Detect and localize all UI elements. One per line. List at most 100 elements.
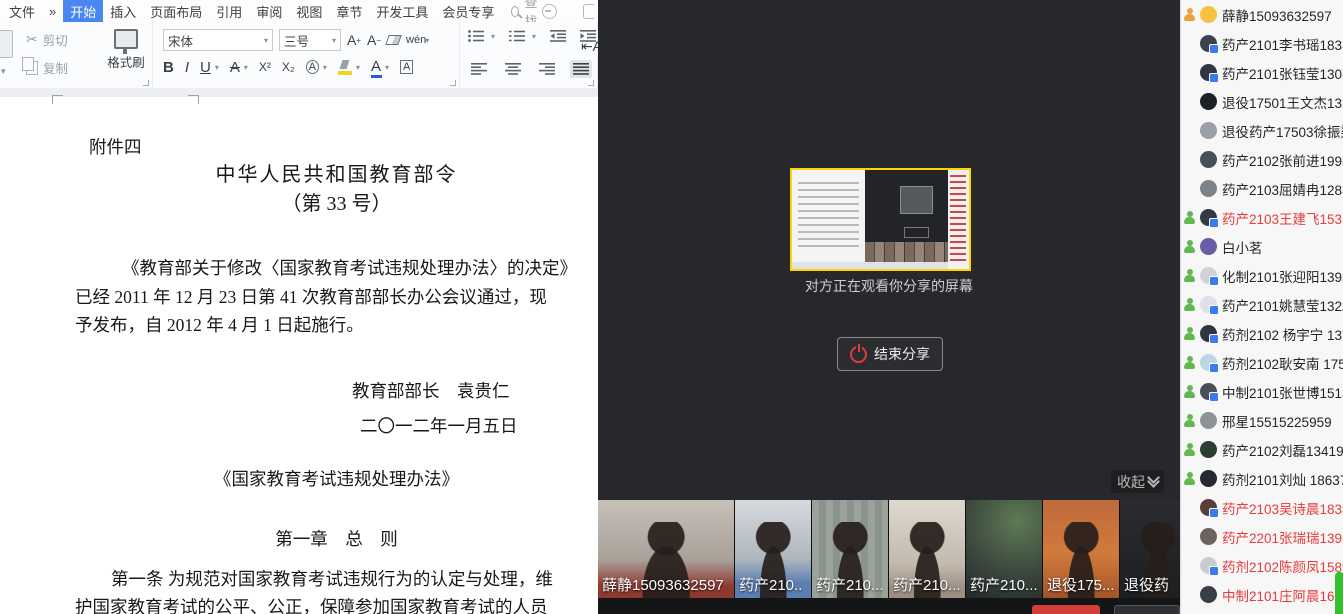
font-name-value: 宋体	[168, 31, 193, 50]
collapse-label: 收起	[1117, 472, 1145, 492]
video-tile[interactable]: 药产210..	[735, 500, 811, 598]
video-name-label: 药产210...	[816, 574, 884, 595]
shared-screen-preview[interactable]	[790, 168, 971, 271]
participant-row[interactable]: 药剂2101刘灿 186378	[1181, 464, 1343, 493]
decrease-indent-button[interactable]	[550, 30, 566, 42]
shrink-font-button[interactable]: A−	[367, 32, 381, 48]
search-icon	[511, 6, 519, 17]
text-tool-icon-clipped[interactable]: ⇤A	[581, 38, 598, 55]
participant-row[interactable]: 退役17501王文杰1321	[1181, 87, 1343, 116]
document-canvas[interactable]: 附件四中华人民共和国教育部令（第 33 号）《教育部关于修改〈国家教育考试违规处…	[0, 88, 598, 614]
ribbon-tab[interactable]: 开始	[63, 0, 103, 23]
clear-format-icon[interactable]	[385, 35, 402, 45]
participant-row[interactable]: 退役药产17503徐振梁	[1181, 116, 1343, 145]
participant-row[interactable]: 药产2103王建飞15311	[1181, 203, 1343, 232]
paste-icon[interactable]	[0, 30, 13, 58]
participant-row[interactable]: 药产2102刘磊1341989	[1181, 435, 1343, 464]
participant-row[interactable]: 化制2101张迎阳13937	[1181, 261, 1343, 290]
ribbon-tab[interactable]: »	[42, 2, 63, 21]
strikethrough-button[interactable]: A	[230, 59, 240, 76]
ribbon-tab[interactable]: 视图	[289, 0, 329, 23]
clipboard-group: ▾ ✂ 剪切 复制 格式刷	[0, 22, 153, 88]
chevron-down-icon: ▾	[332, 36, 336, 45]
leave-meeting-button-partial[interactable]	[1032, 605, 1100, 614]
font-name-select[interactable]: 宋体 ▾	[163, 29, 273, 51]
ribbon-tab[interactable]: 插入	[103, 0, 143, 23]
avatar-badge-icon	[1209, 334, 1219, 344]
participant-row[interactable]: 药产2101姚慧莹13223	[1181, 290, 1343, 319]
video-tile[interactable]: 薛静15093632597	[598, 500, 734, 598]
participant-row[interactable]: 白小茗	[1181, 232, 1343, 261]
preview-participant-list	[948, 170, 969, 269]
align-center-button[interactable]	[502, 60, 524, 78]
participant-row[interactable]: 药剂2102陈颜凤15890	[1181, 551, 1343, 580]
ribbon-tab[interactable]: 开发工具	[369, 0, 435, 23]
participant-row[interactable]: 中制2101庄阿晨1663	[1181, 580, 1343, 609]
italic-button[interactable]: I	[185, 59, 189, 76]
participant-name: 药产2101张钰莹13072	[1222, 63, 1343, 83]
font-size-select[interactable]: 三号 ▾	[279, 29, 341, 51]
subscript-button[interactable]: X₂	[282, 60, 295, 74]
cloud-sync-icon[interactable]	[542, 4, 557, 19]
bullet-list-button[interactable]	[468, 30, 484, 42]
ribbon-tab[interactable]: 审阅	[249, 0, 289, 23]
numbered-list-button[interactable]	[509, 30, 525, 42]
participant-row[interactable]: 药产2201张瑞瑞13939	[1181, 522, 1343, 551]
video-tile[interactable]: 退役175...	[1043, 500, 1119, 598]
cut-button[interactable]: ✂ 剪切	[26, 30, 68, 49]
scrollbar-thumb[interactable]	[1335, 572, 1343, 614]
align-right-button[interactable]	[536, 60, 558, 78]
participant-list-panel: 薛静15093632597 药产2101李书瑶18338 药产2101张钰莹13…	[1180, 0, 1343, 614]
align-left-button[interactable]	[468, 60, 490, 78]
participant-row[interactable]: 药产2101张钰莹13072	[1181, 58, 1343, 87]
phonetic-guide-icon[interactable]: wén	[406, 34, 426, 46]
video-tile[interactable]: 药产210...	[966, 500, 1042, 598]
underline-button[interactable]: U	[200, 59, 211, 76]
char-border-button[interactable]: A	[400, 60, 413, 74]
paste-dropdown-icon[interactable]: ▾	[1, 66, 6, 77]
participant-row[interactable]: 药剂2102 杨宇宁 1373	[1181, 319, 1343, 348]
avatar-badge-icon	[1209, 363, 1219, 373]
participant-row[interactable]: 药剂2102耿安南 1759	[1181, 348, 1343, 377]
justify-button[interactable]	[570, 60, 592, 78]
collapse-strip-button[interactable]: 收起	[1111, 470, 1164, 493]
enclose-char-button[interactable]: A	[306, 60, 319, 74]
superscript-button[interactable]: X²	[259, 60, 271, 74]
doc-line: 《教育部关于修改〈国家教育考试违规处理办法〉的决定》	[122, 255, 598, 280]
end-share-button[interactable]: 结束分享	[837, 337, 943, 371]
double-chevron-down-icon	[1149, 473, 1158, 486]
dialog-launcher-icon[interactable]	[143, 80, 149, 86]
ribbon-tab[interactable]: 引用	[209, 0, 249, 23]
person-status-icon	[1183, 8, 1196, 21]
bold-button[interactable]: B	[163, 59, 174, 76]
participant-row[interactable]: 药产2101李书瑶18338	[1181, 29, 1343, 58]
ribbon-tab[interactable]: 章节	[329, 0, 369, 23]
avatar	[1200, 35, 1217, 52]
ribbon-tab[interactable]: 文件	[2, 0, 42, 23]
participant-row[interactable]: 邢星15515225959	[1181, 406, 1343, 435]
video-tile[interactable]: 退役药	[1120, 500, 1180, 598]
video-tile[interactable]: 药产210...	[812, 500, 888, 598]
participant-row[interactable]: 中制2101张世博15139	[1181, 377, 1343, 406]
participant-row[interactable]: 药产2103屈婧冉12838	[1181, 174, 1343, 203]
dialog-launcher-icon[interactable]	[450, 80, 456, 86]
ribbon-tab[interactable]: 会员专享	[435, 0, 501, 23]
dialog-launcher-icon[interactable]	[588, 80, 594, 86]
grow-font-button[interactable]: A+	[347, 32, 361, 48]
font-size-value: 三号	[284, 31, 309, 50]
font-color-button[interactable]: A	[371, 58, 381, 76]
word-processor-window: 文件»开始插入页面布局引用审阅视图章节开发工具会员专享 查找 ▾ ✂ 剪切	[0, 0, 598, 614]
copy-button[interactable]: 复制	[26, 58, 68, 77]
secondary-button-partial[interactable]	[1114, 605, 1180, 614]
participant-row[interactable]: 药产2103吴诗晨18336	[1181, 493, 1343, 522]
participant-row[interactable]: 药产2102张前进19939	[1181, 145, 1343, 174]
ribbon-tab[interactable]: 页面布局	[143, 0, 209, 23]
preview-taskbar	[792, 262, 948, 269]
participant-name: 药剂2101刘灿 186378	[1222, 469, 1343, 489]
participant-row[interactable]: 薛静15093632597	[1181, 0, 1343, 29]
highlight-button[interactable]	[338, 60, 352, 75]
video-tile[interactable]: 药产210...	[889, 500, 965, 598]
avatar	[1200, 296, 1217, 313]
format-painter-button[interactable]: 格式刷	[104, 27, 148, 71]
participant-name: 中制2101庄阿晨1663	[1222, 585, 1343, 605]
